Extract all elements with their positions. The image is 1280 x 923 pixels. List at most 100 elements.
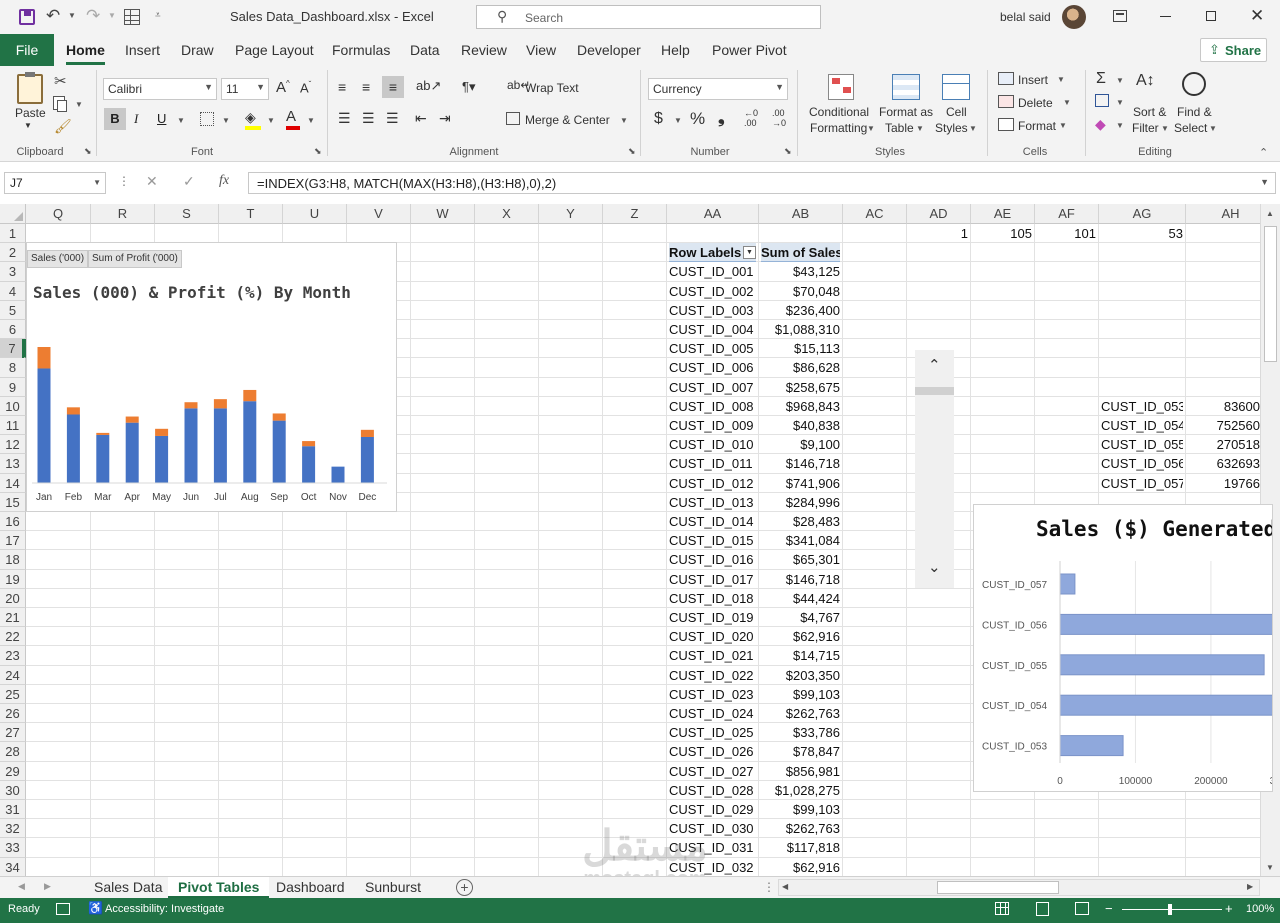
side-table-label[interactable]: CUST_ID_054 [1101,416,1183,435]
row-header-10[interactable]: 10 [0,396,26,416]
tab-power-pivot[interactable]: Power Pivot [712,42,787,58]
zoom-level[interactable]: 100% [1246,903,1274,915]
tab-review[interactable]: Review [461,42,507,58]
side-table-value[interactable]: 83600 [1188,397,1260,416]
comma-button[interactable]: ❟ [718,108,725,128]
column-header-w[interactable]: W [411,204,475,224]
tab-data[interactable]: Data [410,42,440,58]
formula-input[interactable]: =INDEX(G3:H8, MATCH(MAX(H3:H8),(H3:H8),0… [248,172,1276,194]
select-all-corner[interactable] [0,204,26,224]
column-header-ab[interactable]: AB [759,204,843,224]
restore-icon[interactable] [1206,11,1216,21]
row-header-4[interactable]: 4 [0,281,26,301]
cell-af1[interactable]: 101 [1037,224,1096,243]
conditional-formatting-icon[interactable] [828,74,854,100]
pivot-row-value[interactable]: $4,767 [761,608,840,627]
cell-styles-icon[interactable] [942,74,970,100]
chevron-down-icon[interactable]: ⌄ [928,558,941,576]
format-cells-button[interactable]: Format [1018,119,1056,133]
pivot-row-label[interactable]: CUST_ID_004 [669,320,756,339]
row-header-20[interactable]: 20 [0,588,26,608]
undo-dropdown-icon[interactable]: ▼ [68,11,76,20]
align-center-icon[interactable]: ☰ [362,110,375,127]
zoom-slider-thumb[interactable] [1168,904,1172,915]
pivot-row-value[interactable]: $284,996 [761,493,840,512]
column-header-z[interactable]: Z [603,204,667,224]
row-header-28[interactable]: 28 [0,742,26,762]
cell-ae1[interactable]: 105 [973,224,1032,243]
pivot-row-label[interactable]: CUST_ID_016 [669,550,756,569]
merge-dropdown-icon[interactable]: ▼ [620,116,628,125]
sheet-tab-sales-data[interactable]: Sales Data [84,877,172,899]
row-header-14[interactable]: 14 [0,473,26,493]
pivot-row-label[interactable]: CUST_ID_006 [669,358,756,377]
align-left-icon[interactable]: ☰ [338,110,351,127]
conditional-formatting-label-2[interactable]: Formatting [810,121,867,135]
pivot-row-label[interactable]: CUST_ID_023 [669,685,756,704]
ribbon-display-options-icon[interactable] [1113,10,1127,22]
row-header-11[interactable]: 11 [0,416,26,436]
column-header-q[interactable]: Q [26,204,91,224]
font-color-dropdown-icon[interactable]: ▼ [307,116,315,125]
user-name[interactable]: belal said [1000,10,1051,24]
customize-qat-icon[interactable]: ⩡ [155,10,161,21]
borders-icon[interactable] [200,112,214,126]
column-header-t[interactable]: T [219,204,283,224]
increase-indent-icon[interactable]: ⇥ [439,110,451,127]
paste-button[interactable]: Paste [15,106,46,120]
monthly-sales-chart[interactable]: Sales ('000) Sum of Profit ('000) Sales … [26,242,397,512]
column-header-v[interactable]: V [347,204,411,224]
borders-dropdown-icon[interactable]: ▼ [222,116,230,125]
cancel-icon[interactable]: ✕ [146,173,158,190]
format-as-table-button[interactable]: Format as [879,105,933,119]
side-table-value[interactable]: 632693 [1188,454,1260,473]
number-format-select[interactable]: Currency ▼ [648,78,788,100]
increase-decimal-icon[interactable]: ←0.00 [744,108,758,128]
redo-icon[interactable]: ↷ [86,6,100,26]
insert-cells-icon[interactable] [998,72,1014,85]
pivot-row-label[interactable]: CUST_ID_022 [669,666,756,685]
number-launcher-icon[interactable]: ⬊ [784,146,792,157]
format-as-table-icon[interactable] [892,74,920,100]
pivot-row-value[interactable]: $40,838 [761,416,840,435]
accessibility-icon[interactable]: ♿ [88,901,103,915]
sheet-tab-pivot-tables[interactable]: Pivot Tables [168,877,270,899]
pivot-row-label[interactable]: CUST_ID_019 [669,608,756,627]
pivot-row-label[interactable]: CUST_ID_005 [669,339,756,358]
row-header-12[interactable]: 12 [0,435,26,455]
tab-formulas[interactable]: Formulas [332,42,390,58]
align-bottom-icon[interactable]: ≡ [382,76,404,98]
pivot-row-label[interactable]: CUST_ID_010 [669,435,756,454]
paragraph-dir-icon[interactable]: ¶▾ [462,79,476,95]
pivot-row-value[interactable]: $968,843 [761,397,840,416]
column-header-aa[interactable]: AA [667,204,759,224]
column-header-u[interactable]: U [283,204,347,224]
sort-filter-label-2[interactable]: Filter [1132,121,1159,135]
pivot-row-label[interactable]: CUST_ID_003 [669,301,756,320]
paste-icon[interactable] [17,72,43,104]
cell-styles-button[interactable]: Cell [946,105,967,119]
decrease-decimal-icon[interactable]: .00 →0 [772,108,786,128]
pivot-row-label[interactable]: CUST_ID_018 [669,589,756,608]
save-icon[interactable] [19,9,35,25]
pivot-row-label[interactable]: CUST_ID_015 [669,531,756,550]
row-header-6[interactable]: 6 [0,320,26,340]
pivot-row-value[interactable]: $341,084 [761,531,840,550]
increase-font-icon[interactable]: A^ [276,79,290,96]
row-header-2[interactable]: 2 [0,243,26,263]
insert-cells-button[interactable]: Insert [1018,73,1048,87]
italic-button[interactable]: I [134,111,138,127]
pivot-header-sum-of-sales[interactable]: Sum of Sales [761,243,840,263]
pivot-row-value[interactable]: $1,028,275 [761,781,840,800]
tab-view[interactable]: View [526,42,556,58]
zoom-slider[interactable] [1122,904,1222,915]
tab-help[interactable]: Help [661,42,690,58]
prev-sheet-icon[interactable]: ◀ [18,881,25,892]
merge-center-button[interactable]: Merge & Center [525,113,610,127]
row-header-26[interactable]: 26 [0,704,26,724]
alignment-launcher-icon[interactable]: ⬊ [628,146,636,157]
wrap-text-button[interactable]: Wrap Text [525,81,579,95]
tab-draw[interactable]: Draw [181,42,214,58]
cell-ad1[interactable]: 1 [909,224,968,243]
pivot-row-value[interactable]: $262,763 [761,819,840,838]
